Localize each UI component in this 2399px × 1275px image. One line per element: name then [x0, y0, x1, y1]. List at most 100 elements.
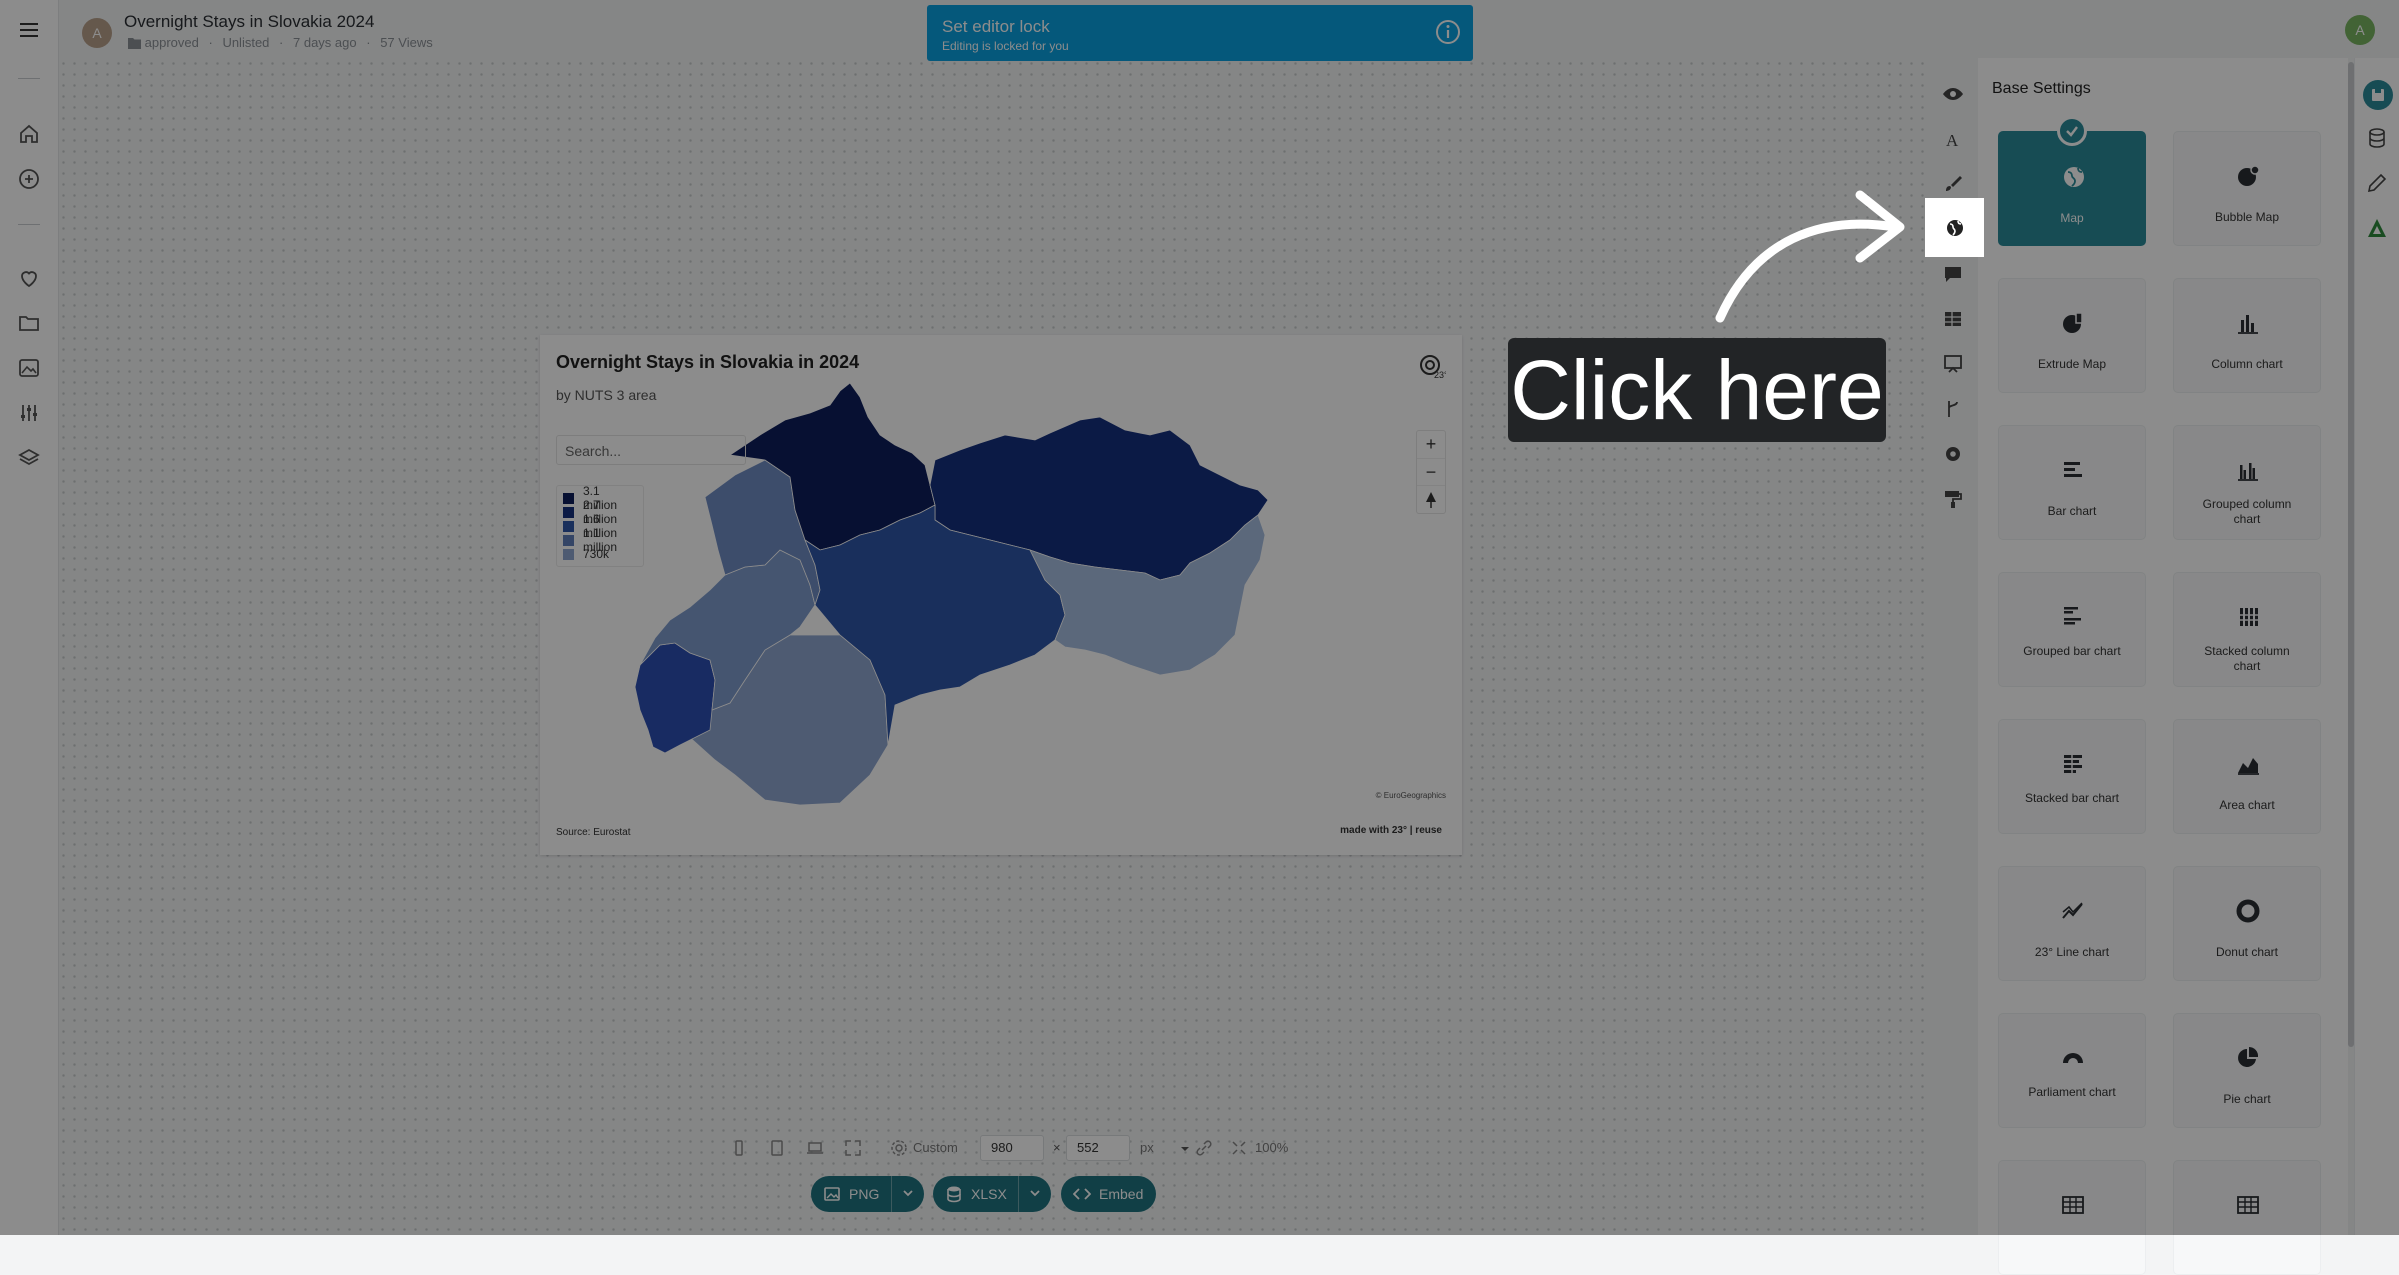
globe-icon[interactable]: [1944, 217, 1966, 239]
document-meta: approved · Unlisted · 7 days ago · 57 Vi…: [128, 35, 433, 50]
lock-banner-title: Set editor lock: [942, 17, 1050, 36]
made-with-link[interactable]: made with 23° | reuse: [1340, 825, 1442, 836]
map-legend: 3.1 million 2.7 million 1.6 million 1.1 mil…: [556, 484, 644, 567]
chart-type-tile[interactable]: Donut chart: [2173, 866, 2321, 981]
chart-type-label: Grouped column chart: [2202, 497, 2292, 526]
image-icon[interactable]: [17, 356, 41, 380]
export-png-label: PNG: [849, 1186, 880, 1202]
pencil-icon[interactable]: [2365, 171, 2389, 195]
table-chart-icon: [2235, 1192, 2261, 1218]
zoom-level[interactable]: 100%: [1255, 1140, 1288, 1155]
user-avatar[interactable]: A: [82, 18, 112, 48]
times-symbol: ×: [1053, 1140, 1061, 1155]
unit-select[interactable]: px: [1140, 1140, 1154, 1155]
comment-icon[interactable]: [1942, 263, 1964, 285]
layers-icon[interactable]: [17, 446, 41, 470]
fullscreen-icon[interactable]: [844, 1139, 862, 1157]
chart-type-tile[interactable]: Pie chart: [2173, 1013, 2321, 1128]
svg-text:A: A: [1946, 131, 1959, 150]
size-preset-label[interactable]: Custom: [913, 1140, 958, 1155]
legend-swatch: [563, 492, 574, 504]
chart-type-tile[interactable]: Grouped column chart: [2173, 425, 2321, 540]
link-icon[interactable]: [1195, 1139, 1213, 1157]
status-label: approved: [144, 35, 199, 50]
map-search-input[interactable]: Search...: [556, 435, 746, 465]
zoom-out-button[interactable]: −: [1417, 458, 1445, 486]
chart-type-label: Column chart: [2211, 357, 2283, 371]
choropleth-map[interactable]: [540, 335, 1462, 855]
chart-preview: Overnight Stays in Slovakia in 2024 by N…: [540, 335, 1462, 855]
rail-divider: [18, 224, 40, 225]
folder-icon[interactable]: [17, 311, 41, 335]
typography-icon[interactable]: A: [1942, 128, 1964, 150]
database-icon[interactable]: [2365, 126, 2389, 150]
eye-icon[interactable]: [1942, 83, 1964, 105]
height-input[interactable]: 552: [1066, 1135, 1130, 1161]
legend-swatch: [563, 520, 574, 532]
embed-button[interactable]: Embed: [1061, 1176, 1156, 1212]
export-xlsx-label: XLSX: [971, 1186, 1007, 1202]
code-icon: [1073, 1185, 1091, 1203]
chart-type-tile[interactable]: Column chart: [2173, 278, 2321, 393]
chevron-down-icon[interactable]: [902, 1187, 914, 1199]
line-chart-icon: [2060, 898, 2086, 924]
presentation-icon[interactable]: [1942, 353, 1964, 375]
legend-item[interactable]: 1.1 million: [563, 526, 637, 554]
column-chart-icon: [2235, 310, 2261, 336]
add-circle-icon[interactable]: [17, 167, 41, 191]
chart-type-tile[interactable]: [2173, 1160, 2321, 1275]
branch-icon[interactable]: [1942, 398, 1964, 420]
23-degrees-logo-icon: 23°: [1418, 352, 1446, 380]
collaborator-avatar[interactable]: A: [2345, 15, 2375, 45]
brush-icon[interactable]: [1942, 173, 1964, 195]
chart-type-label: Grouped bar chart: [2023, 644, 2121, 658]
chevron-down-icon[interactable]: [1176, 1139, 1194, 1157]
zoom-icon[interactable]: [1230, 1139, 1248, 1157]
chart-source: Source: Eurostat: [556, 827, 631, 838]
chart-type-tile[interactable]: [1998, 1160, 2146, 1275]
chart-type-tile[interactable]: 23° Line chart: [1998, 866, 2146, 981]
views-label: 57 Views: [380, 35, 433, 50]
extrude-map-icon: [2060, 310, 2086, 336]
export-xlsx-button[interactable]: XLSX: [933, 1176, 1051, 1212]
chart-type-tile[interactable]: Area chart: [2173, 719, 2321, 834]
laptop-icon[interactable]: [806, 1139, 824, 1157]
export-png-button[interactable]: PNG: [811, 1176, 924, 1212]
chart-type-tile[interactable]: Stacked bar chart: [1998, 719, 2146, 834]
grouped-column-chart-icon: [2235, 457, 2261, 483]
triangle-logo-icon[interactable]: [2365, 216, 2389, 240]
mobile-icon[interactable]: [730, 1139, 748, 1157]
paint-roller-icon[interactable]: [1942, 488, 1964, 510]
table-icon[interactable]: [1942, 308, 1964, 330]
chart-type-tile[interactable]: Map: [1998, 131, 2146, 246]
chart-type-tile[interactable]: Stacked column chart: [2173, 572, 2321, 687]
map-attribution: © EuroGeographics: [1375, 791, 1446, 800]
compass-icon[interactable]: [1417, 485, 1445, 513]
sliders-icon[interactable]: [17, 401, 41, 425]
editor-lock-banner[interactable]: Set editor lock Editing is locked for yo…: [927, 5, 1473, 61]
area-chart-icon: [2235, 751, 2261, 777]
grouped-bar-chart-icon: [2060, 604, 2086, 630]
document-title[interactable]: Overnight Stays in Slovakia 2024: [124, 12, 374, 32]
bubble-map-icon: [2235, 163, 2261, 189]
home-icon[interactable]: [17, 122, 41, 146]
chart-type-tile[interactable]: Grouped bar chart: [1998, 572, 2146, 687]
chart-type-tile[interactable]: Parliament chart: [1998, 1013, 2146, 1128]
chart-type-tile[interactable]: Bubble Map: [2173, 131, 2321, 246]
heart-icon[interactable]: [17, 266, 41, 290]
tablet-icon[interactable]: [768, 1139, 786, 1157]
menu-icon[interactable]: [17, 18, 41, 42]
chart-type-tile[interactable]: Extrude Map: [1998, 278, 2146, 393]
chart-type-tile[interactable]: Bar chart: [1998, 425, 2146, 540]
meta-separator: ·: [208, 35, 213, 50]
click-here-callout: Click here: [1508, 338, 1886, 442]
chevron-down-icon[interactable]: [1029, 1187, 1041, 1199]
map-zoom-controls: + −: [1416, 430, 1446, 514]
zoom-in-button[interactable]: +: [1417, 431, 1445, 458]
gear-icon[interactable]: [890, 1139, 908, 1157]
visibility-label: Unlisted: [222, 35, 270, 50]
save-button[interactable]: [2363, 80, 2393, 110]
gear-icon[interactable]: [1942, 443, 1964, 465]
info-icon[interactable]: [1435, 19, 1461, 45]
width-input[interactable]: 980: [980, 1135, 1044, 1161]
